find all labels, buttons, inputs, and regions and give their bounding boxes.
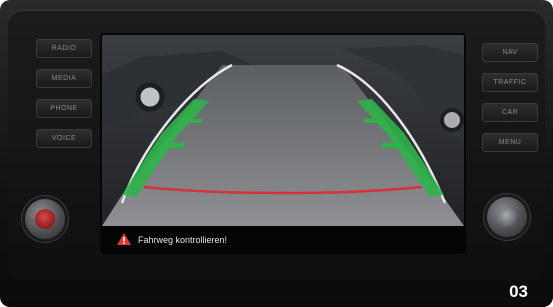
- head-unit: RADIO MEDIA PHONE VOICE NAV TRAFFIC CAR …: [0, 0, 553, 307]
- warning-icon: [117, 233, 131, 245]
- figure-number: 03: [509, 282, 528, 301]
- car-wheel-right: [440, 108, 464, 132]
- camera-view: [102, 35, 464, 252]
- voice-button[interactable]: VOICE: [36, 129, 92, 148]
- menu-button[interactable]: MENU: [482, 133, 538, 152]
- phone-button[interactable]: PHONE: [36, 99, 92, 118]
- media-button[interactable]: MEDIA: [36, 69, 92, 88]
- car-button[interactable]: CAR: [482, 103, 538, 122]
- power-icon: [35, 209, 55, 229]
- rear-camera-display: Fahrweg kontrollieren!: [102, 35, 464, 252]
- car-wheel-left: [135, 82, 165, 112]
- nav-button[interactable]: NAV: [482, 43, 538, 62]
- status-bar: Fahrweg kontrollieren!: [102, 226, 464, 252]
- volume-knob[interactable]: [25, 199, 65, 239]
- warning-text: Fahrweg kontrollieren!: [138, 235, 228, 245]
- knob-cap: [497, 207, 517, 227]
- tune-knob[interactable]: [487, 197, 527, 237]
- radio-button[interactable]: RADIO: [36, 39, 92, 58]
- traffic-button[interactable]: TRAFFIC: [482, 73, 538, 92]
